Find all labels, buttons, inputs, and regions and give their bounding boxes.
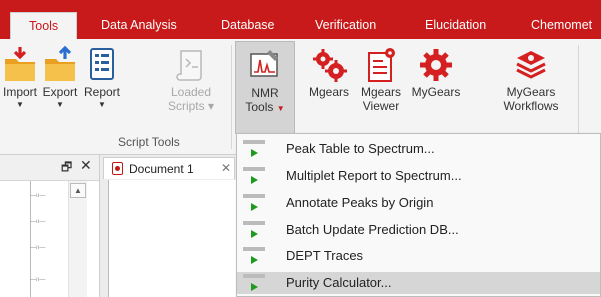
loaded-scripts-label-1: Loaded — [170, 85, 212, 99]
tab-elucidation[interactable]: Elucidation — [425, 14, 486, 39]
chevron-down-icon: ▼ — [16, 100, 24, 109]
menu-item-annotate-peaks-by-origin[interactable]: Annotate Peaks by Origin — [237, 192, 600, 214]
nmr-spectrum-icon — [246, 46, 284, 86]
stack-layers-icon — [512, 45, 550, 85]
script-run-icon — [243, 274, 265, 294]
ribbon-group-divider — [231, 45, 232, 149]
import-folder-icon — [1, 45, 39, 85]
close-icon[interactable]: ✕ — [221, 161, 231, 175]
tab-database[interactable]: Database — [221, 14, 275, 39]
scroll-icon — [172, 45, 210, 85]
side-panel-header: 🗗 ✕ — [0, 155, 99, 181]
menu-item-multiplet-report-to-spectrum[interactable]: Multiplet Report to Spectrum... — [237, 165, 600, 187]
gear-icon — [417, 45, 455, 85]
nmr-tools-label-2: Tools ▼ — [245, 100, 285, 114]
mygears-label: MyGears — [411, 85, 461, 99]
export-label: Export — [42, 85, 78, 99]
menu-item-label: Batch Update Prediction DB... — [286, 222, 459, 237]
menu-item-label: Peak Table to Spectrum... — [286, 141, 435, 156]
report-label: Report — [83, 85, 121, 99]
menu-item-batch-update-prediction-db[interactable]: Batch Update Prediction DB... — [237, 219, 600, 241]
nmr-tools-button[interactable]: NMR Tools ▼ — [235, 41, 295, 134]
loaded-scripts-button[interactable]: Loaded Scripts ▾ — [166, 45, 216, 113]
mygears-workflows-button[interactable]: MyGears Workflows — [497, 45, 565, 113]
menu-item-label: Purity Calculator... — [286, 275, 392, 290]
report-button[interactable]: Report ▼ — [80, 45, 124, 109]
tab-tools[interactable]: Tools — [10, 12, 78, 39]
mgears-viewer-label-1: Mgears — [360, 85, 401, 99]
document-page[interactable] — [108, 180, 249, 297]
side-panel: 🗗 ✕ —ıı— —ıı— —ıı— —ıı— ▲ — [0, 155, 100, 297]
close-icon[interactable]: ✕ — [80, 157, 92, 174]
chevron-down-icon: ▼ — [98, 100, 106, 109]
menu-item-label: Annotate Peaks by Origin — [286, 195, 434, 210]
mygears-workflows-label-2: Workflows — [503, 99, 559, 113]
nmr-tools-dropdown-menu: Peak Table to Spectrum... Multiplet Repo… — [236, 133, 601, 297]
gears-document-icon — [362, 45, 400, 85]
import-label: Import — [2, 85, 37, 99]
import-button[interactable]: Import ▼ — [0, 45, 40, 109]
script-run-icon — [243, 247, 265, 267]
mgears-viewer-label-2: Viewer — [362, 99, 400, 113]
float-window-icon[interactable]: 🗗 — [61, 158, 72, 179]
ruler: —ıı— —ıı— —ıı— —ıı— — [30, 181, 66, 297]
menu-item-label: DEPT Traces — [286, 248, 364, 263]
script-run-icon — [243, 194, 265, 214]
tab-verification[interactable]: Verification — [315, 14, 376, 39]
report-list-icon — [83, 45, 121, 85]
export-button[interactable]: Export ▼ — [40, 45, 80, 109]
script-tools-group-label: Script Tools — [118, 135, 180, 149]
menu-item-purity-calculator[interactable]: Purity Calculator... — [237, 272, 600, 294]
tab-data-analysis[interactable]: Data Analysis — [101, 14, 177, 39]
scroll-up-arrow-icon[interactable]: ▲ — [70, 183, 86, 198]
vertical-scrollbar[interactable]: ▲ — [68, 181, 87, 297]
menu-item-dept-traces[interactable]: DEPT Traces — [237, 245, 600, 267]
mgears-viewer-button[interactable]: Mgears Viewer — [357, 45, 405, 113]
document-tab-label: Document 1 — [129, 162, 194, 176]
mygears-workflows-label-1: MyGears — [506, 85, 556, 99]
export-folder-icon — [41, 45, 79, 85]
gears-icon — [310, 45, 348, 85]
document-icon — [112, 162, 123, 175]
script-run-icon — [243, 140, 265, 160]
ribbon-tab-bar: Tools Data Analysis Database Verificatio… — [0, 0, 601, 39]
mgears-label: Mgears — [308, 85, 349, 99]
tab-document-1[interactable]: Document 1 ✕ — [103, 157, 235, 179]
nmr-tools-label-1: NMR — [251, 86, 279, 100]
menu-item-label: Multiplet Report to Spectrum... — [286, 168, 462, 183]
menu-item-peak-table-to-spectrum[interactable]: Peak Table to Spectrum... — [237, 138, 600, 160]
mgears-button[interactable]: Mgears — [305, 45, 353, 99]
mygears-button[interactable]: MyGears — [410, 45, 462, 99]
chevron-down-icon: ▼ — [56, 100, 64, 109]
tab-chemometrics[interactable]: Chemomet — [531, 14, 592, 39]
loaded-scripts-label-2: Scripts ▾ — [167, 99, 215, 113]
script-run-icon — [243, 167, 265, 187]
script-run-icon — [243, 221, 265, 241]
